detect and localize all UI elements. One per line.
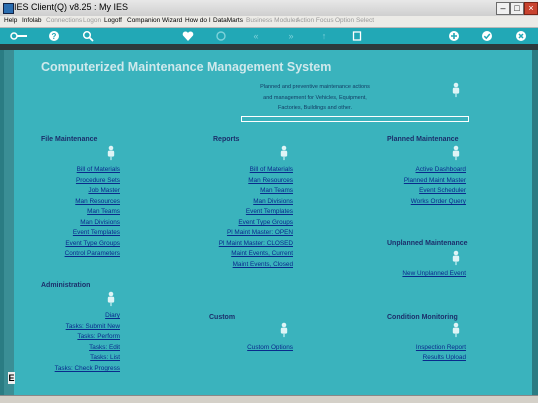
link-results-upload[interactable]: Results Upload: [423, 354, 466, 361]
link-tasks-check-progress[interactable]: Tasks: Check Progress: [55, 365, 120, 372]
report-man-teams[interactable]: Man Teams: [260, 187, 293, 194]
report-bill-of-materials[interactable]: Bill of Materials: [250, 166, 293, 173]
fast-forward-icon[interactable]: »: [285, 30, 297, 42]
page-description-line-1: Planned and preventive maintenance actio…: [260, 84, 370, 90]
link-tasks-edit[interactable]: Tasks: Edit: [89, 344, 120, 351]
search-icon[interactable]: [82, 30, 94, 42]
menu-help[interactable]: Help: [4, 17, 17, 24]
link-inspection-report[interactable]: Inspection Report: [416, 344, 466, 351]
maximize-button[interactable]: □: [510, 2, 524, 15]
section-heading-reports: Reports: [213, 136, 240, 143]
menu-action-focus[interactable]: Action Focus: [296, 17, 334, 24]
report-pl-maint-closed[interactable]: Pl Maint Master: CLOSED: [219, 240, 293, 247]
key-icon[interactable]: [10, 30, 28, 42]
page-description-line-3: Factories, Buildings and other.: [278, 105, 352, 111]
stop-icon[interactable]: [351, 30, 363, 42]
planned-maintenance-icon: [451, 145, 461, 161]
link-works-order-query[interactable]: Works Order Query: [411, 198, 466, 205]
link-procedure-sets[interactable]: Procedure Sets: [76, 177, 120, 184]
custom-icon: [279, 322, 289, 338]
confirm-icon[interactable]: [481, 30, 493, 42]
report-event-templates[interactable]: Event Templates: [246, 208, 293, 215]
link-event-templates[interactable]: Event Templates: [73, 229, 120, 236]
report-maint-events-closed[interactable]: Maint Events, Closed: [233, 261, 293, 268]
help-icon[interactable]: ?: [48, 30, 60, 42]
window-title: IES Client(Q) v8.25 : My IES: [14, 2, 129, 12]
link-control-parameters[interactable]: Control Parameters: [65, 250, 120, 257]
menu-logon[interactable]: Logon: [83, 17, 101, 24]
report-man-divisions[interactable]: Man Divisions: [253, 198, 293, 205]
person-icon: [451, 82, 461, 98]
link-bill-of-materials[interactable]: Bill of Materials: [77, 166, 120, 173]
svg-text:?: ?: [52, 32, 57, 41]
link-event-scheduler[interactable]: Event Scheduler: [419, 187, 466, 194]
upload-icon[interactable]: ↑: [318, 30, 330, 42]
report-maint-events-current[interactable]: Maint Events, Current: [231, 250, 293, 257]
report-event-type-groups[interactable]: Event Type Groups: [238, 219, 293, 226]
section-heading-custom: Custom: [209, 314, 236, 321]
section-heading-administration: Administration: [41, 282, 91, 289]
side-marker[interactable]: E: [8, 372, 15, 384]
administration-icon: [106, 291, 116, 307]
unplanned-maintenance-icon: [451, 250, 461, 266]
link-active-dashboard[interactable]: Active Dashboard: [416, 166, 466, 173]
link-diary[interactable]: Diary: [105, 312, 120, 319]
add-icon[interactable]: [448, 30, 460, 42]
section-heading-file-maintenance: File Maintenance: [41, 136, 98, 143]
report-man-resources[interactable]: Man Resources: [248, 177, 293, 184]
page-description-line-2: and management for Vehicles, Equipment,: [263, 95, 367, 101]
left-strip: [4, 50, 14, 395]
menu-how-do-i[interactable]: How do I: [185, 17, 211, 24]
section-heading-condition-monitoring: Condition Monitoring: [387, 314, 458, 321]
menu-companion[interactable]: Companion: [127, 17, 160, 24]
menu-connections[interactable]: Connections: [46, 17, 82, 24]
section-heading-unplanned-maintenance: Unplanned Maintenance: [387, 240, 468, 247]
condition-monitoring-icon: [451, 322, 461, 338]
link-new-unplanned-event[interactable]: New Unplanned Event: [402, 270, 466, 277]
menu-wizard[interactable]: Wizard: [162, 17, 182, 24]
menu-logoff[interactable]: Logoff: [104, 17, 122, 24]
description-divider: [241, 116, 469, 122]
menu-infolab[interactable]: Infolab: [22, 17, 42, 24]
menu-business-modules[interactable]: Business Modules: [246, 17, 299, 24]
app-icon: [3, 3, 14, 14]
link-job-master[interactable]: Job Master: [88, 187, 120, 194]
link-man-divisions[interactable]: Man Divisions: [80, 219, 120, 226]
menu-datamarts[interactable]: DataMarts: [213, 17, 243, 24]
reports-icon: [279, 145, 289, 161]
file-maintenance-icon: [106, 145, 116, 161]
close-window-button[interactable]: ×: [524, 2, 538, 15]
rewind-icon[interactable]: «: [250, 30, 262, 42]
favorite-icon[interactable]: [182, 30, 194, 42]
refresh-icon[interactable]: [215, 30, 227, 42]
link-tasks-submit-new[interactable]: Tasks: Submit New: [66, 323, 120, 330]
section-heading-planned-maintenance: Planned Maintenance: [387, 136, 459, 143]
link-man-resources[interactable]: Man Resources: [75, 198, 120, 205]
link-man-teams[interactable]: Man Teams: [87, 208, 120, 215]
report-pl-maint-open[interactable]: Pl Maint Master: OPEN: [227, 229, 293, 236]
link-custom-options[interactable]: Custom Options: [247, 344, 293, 351]
menu-option-select[interactable]: Option Select: [335, 17, 374, 24]
link-event-type-groups[interactable]: Event Type Groups: [65, 240, 120, 247]
minimize-button[interactable]: –: [496, 2, 510, 15]
link-planned-maint-master[interactable]: Planned Maint Master: [404, 177, 466, 184]
link-tasks-list[interactable]: Tasks: List: [90, 354, 120, 361]
close-icon[interactable]: [515, 30, 527, 42]
page-title: Computerized Maintenance Management Syst…: [41, 60, 332, 74]
link-tasks-perform[interactable]: Tasks: Perform: [77, 333, 120, 340]
